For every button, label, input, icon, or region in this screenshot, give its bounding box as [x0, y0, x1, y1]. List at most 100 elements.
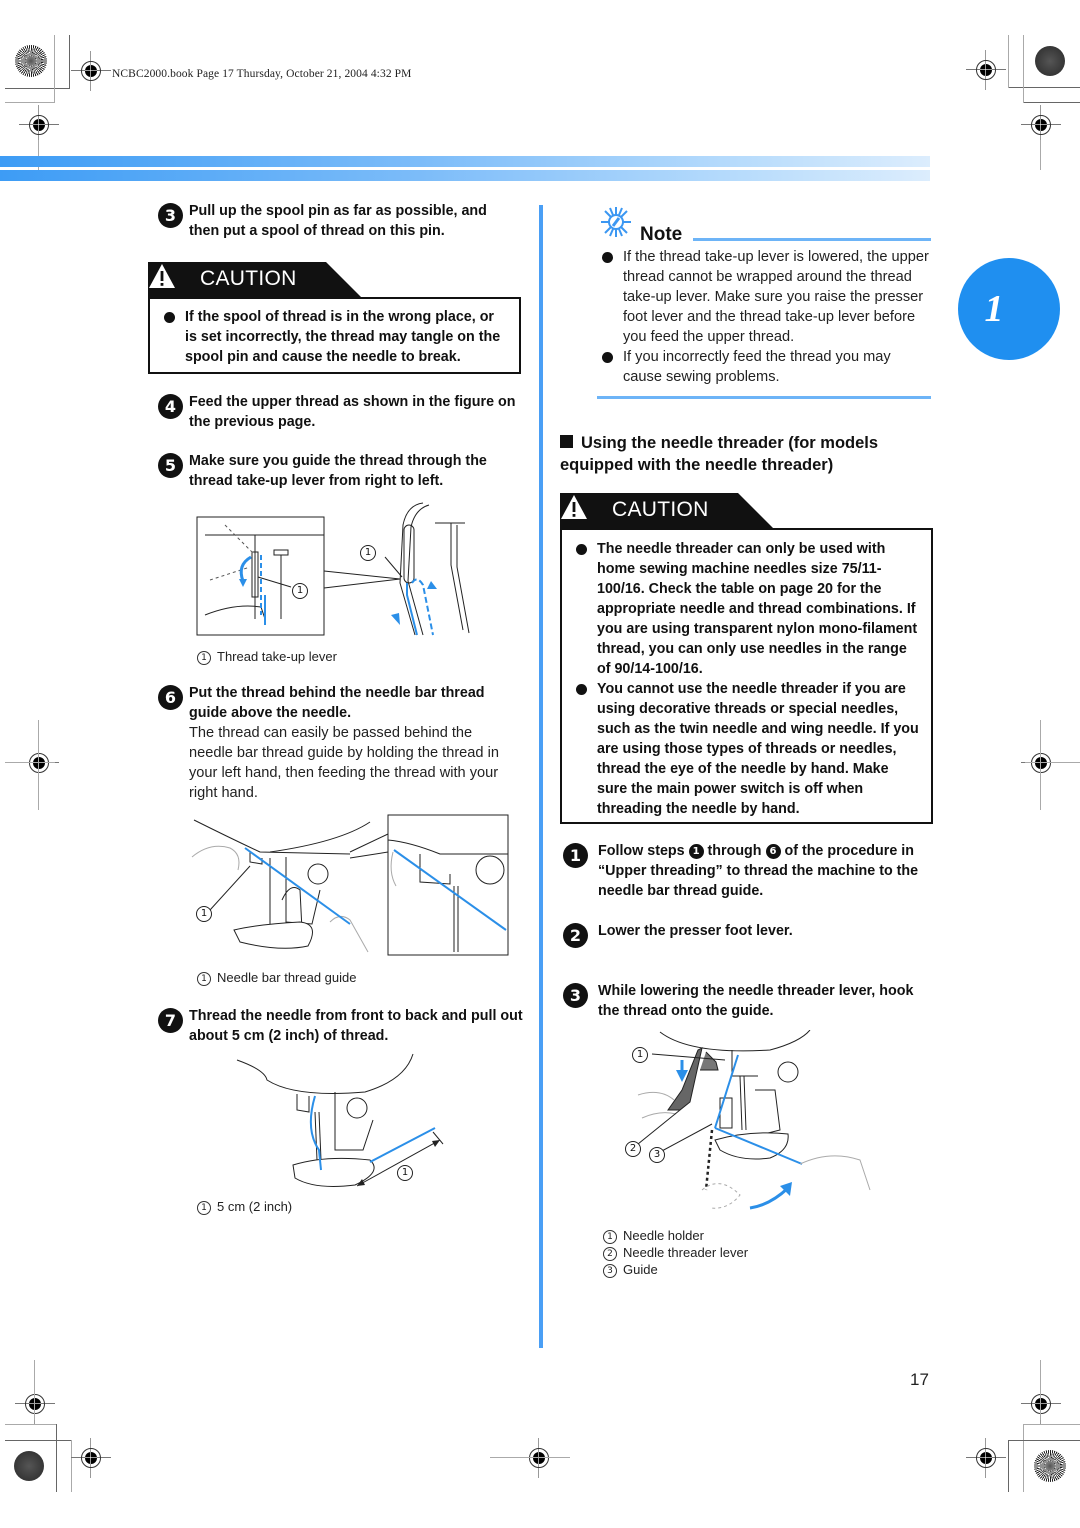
- section-heading: Using the needle threader (for models eq…: [560, 434, 879, 474]
- caution-label: CAUTION: [612, 498, 709, 521]
- registration-crosshair-icon: [1021, 1384, 1061, 1424]
- header-blue-bar: [0, 170, 930, 181]
- step-text: Pull up the spool pin as far as possible…: [189, 203, 487, 239]
- page-number: 17: [910, 1370, 929, 1389]
- header-blue-bar: [0, 156, 930, 167]
- step-number-badge: 4: [158, 394, 183, 419]
- figure-caption: 1 Needle bar thread guide: [197, 969, 357, 986]
- note-sparkle-icon: [601, 207, 631, 237]
- registration-disc-icon: [1035, 46, 1065, 76]
- registration-disc-icon: [14, 1451, 44, 1481]
- crop-mark: [5, 102, 55, 103]
- figure-callout: 1: [397, 1165, 413, 1181]
- crop-mark: [69, 35, 70, 89]
- print-header-meta: NCBC2000.book Page 17 Thursday, October …: [112, 68, 412, 80]
- registration-crosshair-icon: [19, 105, 59, 145]
- bullet-icon: [602, 252, 613, 263]
- step-number-badge: 3: [563, 983, 588, 1008]
- registration-crosshair-icon: [519, 1438, 559, 1478]
- registration-crosshair-icon: [1021, 743, 1061, 783]
- crop-mark: [1040, 720, 1041, 810]
- bullet-icon: [576, 544, 587, 555]
- crop-mark: [1040, 1360, 1041, 1420]
- step-number-badge: 5: [158, 453, 183, 478]
- figure-take-up-lever: [196, 502, 470, 636]
- step-detail: The thread can easily be passed behind t…: [189, 725, 499, 801]
- note-bottom-rule: [597, 396, 931, 399]
- registration-crosshair-icon: [966, 1438, 1006, 1478]
- registration-crosshair-icon: [71, 51, 111, 91]
- registration-crosshair-icon: [1021, 105, 1061, 145]
- figure-callout: 1: [632, 1047, 648, 1063]
- step-reference-badge: 1: [688, 844, 704, 859]
- figure-callout: 3: [649, 1147, 665, 1163]
- step-number-badge: 2: [563, 923, 588, 948]
- caution-box: If the spool of thread is in the wrong p…: [148, 297, 521, 374]
- caution-box: The needle threader can only be used wit…: [560, 528, 933, 824]
- crop-mark: [5, 1440, 72, 1441]
- caution-item: If the spool of thread is in the wrong p…: [162, 307, 509, 367]
- step-text: Thread the needle from front to back and…: [189, 1008, 523, 1044]
- step-text: Feed the upper thread as shown in the fi…: [189, 394, 516, 430]
- figure-needle-threader: [637, 1030, 871, 1210]
- note-title: Note: [640, 224, 683, 245]
- note-top-rule: [693, 238, 931, 241]
- crop-mark: [54, 35, 55, 103]
- warning-triangle-icon: [149, 264, 175, 288]
- note-list: If the thread take-up lever is lowered, …: [600, 247, 932, 387]
- figure-needle-bar-thread-guide: [191, 814, 509, 956]
- step-text: Make sure you guide the thread through t…: [189, 453, 487, 489]
- step-reference-badge: 6: [765, 844, 781, 859]
- caution-list: If the spool of thread is in the wrong p…: [162, 307, 509, 367]
- caution-item: You cannot use the needle threader if yo…: [574, 679, 919, 819]
- caution-list: The needle threader can only be used wit…: [574, 539, 919, 819]
- step-5: 5 Make sure you guide the thread through…: [158, 451, 518, 491]
- step-7: 7 Thread the needle from front to back a…: [158, 1006, 523, 1046]
- crop-mark: [5, 762, 55, 763]
- crop-mark: [5, 1424, 57, 1425]
- step-text: While lowering the needle threader lever…: [598, 983, 914, 1019]
- figure-callout: 1: [292, 583, 308, 599]
- bullet-icon: [602, 352, 613, 363]
- legend-item: 1 Needle holder: [603, 1227, 748, 1244]
- step-text: Follow steps 1 through 6 of the procedur…: [598, 843, 919, 899]
- section-square-icon: [560, 435, 573, 448]
- step-3: 3 Pull up the spool pin as far as possib…: [158, 201, 518, 241]
- bullet-icon: [164, 312, 175, 323]
- note-item: If you incorrectly feed the thread you m…: [600, 347, 932, 387]
- crop-mark: [1008, 1440, 1080, 1441]
- step-number-badge: 3: [158, 203, 183, 228]
- step-text: Put the thread behind the needle bar thr…: [189, 685, 485, 721]
- step-4: 4 Feed the upper thread as shown in the …: [158, 392, 518, 432]
- chapter-badge: 1: [958, 258, 1060, 360]
- figure-legend: 1 Needle holder 2 Needle threader lever 3G…: [603, 1227, 748, 1278]
- crop-mark: [56, 1424, 57, 1492]
- step-number-badge: 7: [158, 1008, 183, 1033]
- warning-triangle-icon: [561, 495, 587, 519]
- figure-caption: 1 Thread take-up lever: [197, 648, 337, 665]
- bullet-icon: [576, 684, 587, 695]
- caution-header: CAUTION: [148, 262, 363, 298]
- caution-item: The needle threader can only be used wit…: [574, 539, 919, 679]
- crop-mark: [1008, 35, 1009, 88]
- registration-crosshair-icon: [19, 743, 59, 783]
- figure-callout: 1: [360, 545, 376, 561]
- crop-mark: [490, 1457, 570, 1458]
- needle-threader-step-2: 2 Lower the presser foot lever.: [563, 921, 933, 948]
- needle-threader-step-3: 3 While lowering the needle threader lev…: [563, 981, 933, 1021]
- step-number-badge: 6: [158, 685, 183, 710]
- crop-mark: [34, 1360, 35, 1420]
- crop-mark: [1023, 35, 1024, 103]
- registration-starburst-icon: [15, 45, 47, 77]
- figure-pull-thread-5cm: [236, 1053, 444, 1187]
- step-6: 6 Put the thread behind the needle bar t…: [158, 683, 518, 803]
- crop-mark: [5, 88, 70, 89]
- needle-threader-step-1: 1 Follow steps 1 through 6 of the proced…: [563, 841, 933, 901]
- note-item: If the thread take-up lever is lowered, …: [600, 247, 932, 347]
- crop-mark: [1008, 1440, 1009, 1492]
- crop-mark: [1023, 102, 1080, 103]
- figure-caption: 15 cm (2 inch): [197, 1198, 292, 1215]
- crop-mark: [1025, 762, 1080, 763]
- registration-crosshair-icon: [71, 1438, 111, 1478]
- step-number-badge: 1: [563, 843, 588, 868]
